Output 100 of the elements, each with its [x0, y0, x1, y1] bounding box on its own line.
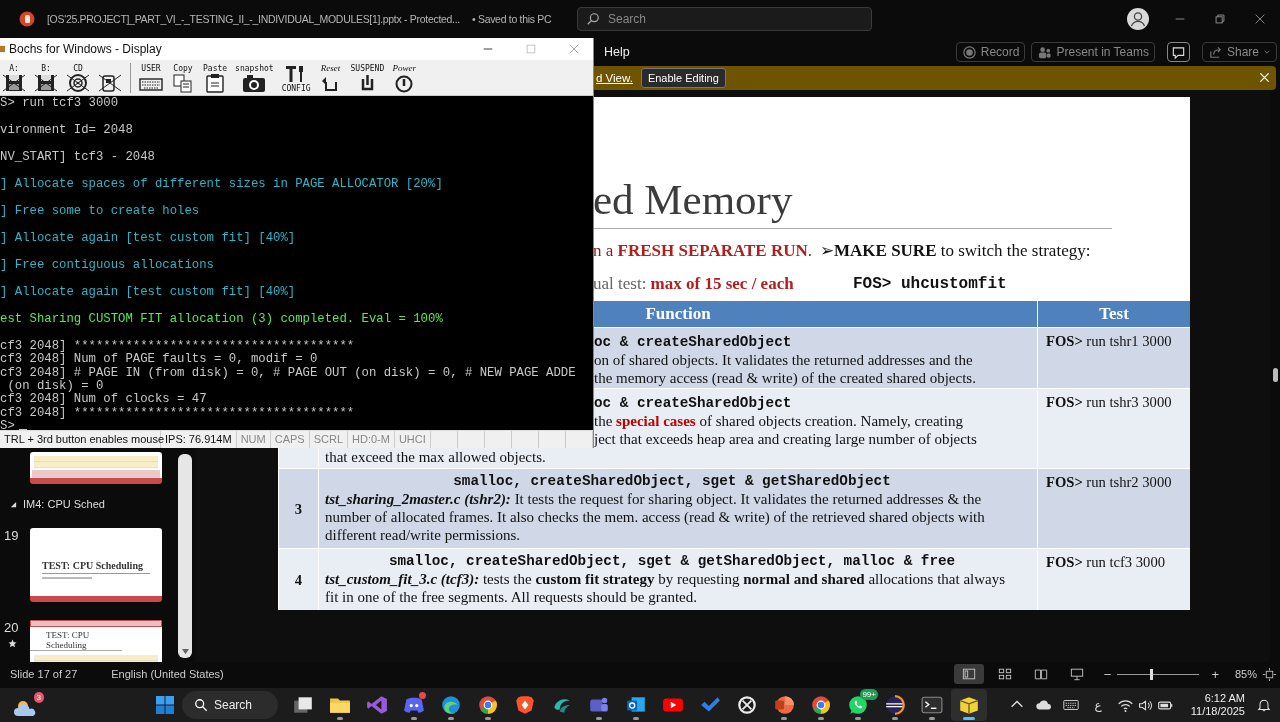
maximize-icon — [524, 43, 537, 55]
zoom-out-button[interactable]: − — [1103, 666, 1112, 682]
terminal-icon — [921, 694, 943, 716]
console-line: ] Free some to create holes — [0, 203, 200, 218]
console-line: cf3 2048] Num of clocks = 47 — [0, 392, 207, 407]
taskbar-app[interactable] — [951, 689, 987, 721]
cloud-icon — [14, 698, 38, 718]
console-line: S> run tcf3 3000 — [0, 95, 119, 110]
scrollbar[interactable] — [178, 454, 192, 658]
column-header: Test — [1037, 301, 1190, 327]
function-names: oc & createSharedObject — [594, 333, 792, 351]
slide-thumbnail[interactable]: TEST: CPU Scheduling — [30, 620, 162, 662]
status-indicator: HD:0-M — [348, 431, 395, 448]
test-command: FOS> run tshr2 3000 — [1046, 474, 1172, 490]
weather-button[interactable]: 3 — [14, 692, 44, 718]
presentation-icon — [1069, 667, 1084, 681]
enable-editing-button[interactable]: Enable Editing — [640, 68, 726, 88]
search-field[interactable]: Search — [577, 7, 872, 31]
section-header[interactable]: IM4: CPU Sched — [10, 498, 178, 510]
scrollbar-thumb[interactable] — [1273, 368, 1278, 382]
normal-view-icon — [961, 667, 976, 681]
window-title: Bochs for Windows - Display — [9, 42, 162, 56]
slide-thumbnail[interactable] — [30, 452, 162, 484]
function-names: smalloc, createSharedObject, sget & getSharedObject, malloc & free — [387, 552, 957, 570]
zoom-level[interactable]: 85% — [1234, 668, 1257, 680]
description-line: the special cases of shared objects creation. Namely, creating — [594, 412, 963, 430]
note-text: n a FRESH SEPARATE RUN. — [593, 240, 813, 262]
toolbar-button[interactable]: CONFIG — [281, 63, 311, 93]
description-line: the memory access (read & write) of the created shared objects. — [594, 369, 976, 387]
toolbar-button[interactable]: USER — [139, 63, 163, 93]
toolbar-button[interactable]: Power — [392, 63, 417, 93]
toolbar-button[interactable]: Copy — [171, 63, 195, 93]
slide-number: 19 — [4, 528, 19, 543]
description-line: ject that exceeds heap area and creating large number of objects — [594, 430, 977, 448]
function-names: smalloc, createSharedObject, sget & getSharedObject — [452, 472, 892, 490]
console-line: S> — [0, 419, 15, 431]
console-line: vironment Id= 2048 — [0, 122, 133, 137]
search-icon — [194, 698, 208, 712]
language-status[interactable]: English (United States) — [111, 668, 224, 680]
record-icon — [961, 44, 977, 60]
avatar-icon[interactable] — [1127, 8, 1149, 30]
caret-icon — [1263, 48, 1271, 56]
present-button[interactable]: Present in Teams — [1031, 42, 1155, 62]
start-button[interactable] — [155, 695, 175, 715]
infinity-icon — [366, 694, 388, 716]
notification-badge: 3 — [33, 692, 44, 703]
test-command: FOS> run tshr3 3000 — [1046, 394, 1172, 410]
console-line: cf3 2048] ************************************** — [0, 338, 355, 353]
console-line: NV_START] tcf3 - 2048 — [0, 149, 155, 164]
console-line: ] Allocate spaces of different sizes in PAGE ALLOCATOR [20%] — [0, 176, 443, 191]
message-link[interactable]: d View. — [596, 72, 633, 84]
close-icon — [567, 43, 580, 55]
description-line: on of shared objects. It validates the returned addresses and the — [594, 351, 973, 369]
console-line: cf3 2048] Num of PAGE faults = 0, modif = 0 — [0, 352, 318, 367]
test-command: FOS> run tshr1 3000 — [1046, 333, 1172, 349]
note-text: ual test: max of 15 sec / each — [593, 273, 795, 295]
console-line: cf3 2048] # PAGE IN (from disk) = 0, # PAGE OUT (on disk) = 0, # NEW PAGE ADDE — [0, 365, 576, 380]
zoom-in-button[interactable]: + — [1211, 666, 1219, 682]
toolbar-button[interactable]: Reset — [318, 63, 343, 93]
row-number: 3 — [294, 499, 303, 518]
windows-icon — [155, 695, 175, 715]
function-names: oc & createSharedObject — [594, 394, 792, 412]
clock-button[interactable]: 6:12 AM 11/18/2025 — [1178, 692, 1251, 718]
text-cursor — [18, 429, 27, 431]
box-icon — [958, 694, 980, 716]
ribbon-tab[interactable]: Help — [604, 40, 630, 64]
search-button[interactable]: Search — [182, 691, 278, 719]
book-icon — [1033, 667, 1048, 681]
toolbar-button[interactable]: Paste — [203, 63, 228, 93]
bell-icon — [1256, 697, 1272, 713]
people-icon — [1037, 44, 1053, 60]
notification-badge: 99+ — [860, 689, 878, 700]
toolbar-button[interactable]: snapshot — [235, 63, 274, 93]
app-logo-icon — [18, 11, 35, 27]
slide-number: 20 — [4, 620, 19, 635]
description: tst_custom_fit_3.c (tcf3): tests the custom fit strategy by requesting normal and shared allocations that always fit in one of the free segments. All requests should be granted. — [325, 570, 1007, 606]
search-icon — [586, 12, 600, 26]
save-status: • Saved to this PC — [471, 13, 552, 25]
status-indicator: UHCI — [394, 431, 431, 448]
circle-segments-icon — [477, 694, 499, 716]
command-text: FOS> uhcustomfit — [852, 274, 1008, 295]
language-button[interactable]: ع — [1084, 698, 1112, 712]
knot-icon — [736, 694, 758, 716]
console-line: ] Allocate again [test custom fit] [40%] — [0, 284, 296, 299]
swirl-icon — [440, 694, 462, 716]
slide-counter: Slide 17 of 27 — [10, 668, 78, 680]
record-button[interactable]: Record — [955, 42, 1026, 62]
close-icon — [1253, 12, 1267, 26]
share-icon — [1207, 44, 1223, 60]
console-line: (on disk) = 0 — [6, 378, 104, 393]
slide-thumbnail[interactable]: TEST: CPU Scheduling — [30, 528, 162, 602]
fit-button[interactable] — [1263, 667, 1276, 681]
view-button[interactable] — [953, 664, 984, 684]
note-text: ➢MAKE SURE to switch the strategy: — [820, 240, 1092, 262]
test-command: FOS> run tcf3 3000 — [1046, 554, 1165, 570]
shield-icon — [514, 694, 536, 716]
share-button[interactable]: Share — [1201, 42, 1277, 62]
comments-button[interactable] — [1166, 42, 1190, 62]
toolbar-button[interactable]: SUSPEND — [350, 63, 385, 93]
circle-segments-icon — [810, 694, 832, 716]
